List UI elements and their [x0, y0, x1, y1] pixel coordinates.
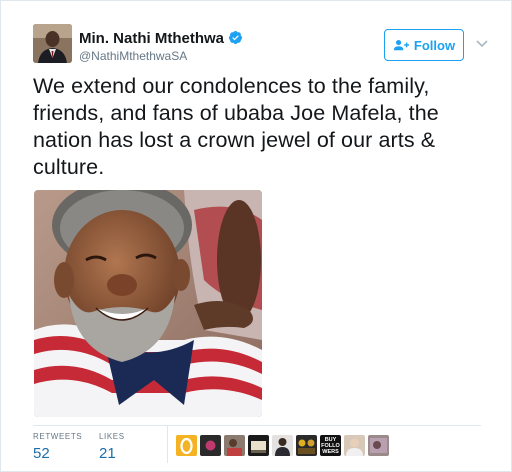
- follow-button-label: Follow: [413, 37, 456, 53]
- likes-count[interactable]: 21: [99, 445, 125, 462]
- tweet-card: Min. Nathi Mthethwa @NathiMthethwaSA Fol…: [0, 0, 512, 472]
- add-user-icon: [393, 40, 409, 51]
- liker-avatar[interactable]: [176, 435, 197, 456]
- liker-avatar[interactable]: [368, 435, 389, 456]
- buy-followers-avatar-text: BUY FOLLO WERS: [321, 436, 340, 455]
- author-name-text[interactable]: Min. Nathi Mthethwa: [79, 30, 224, 47]
- follow-button[interactable]: Follow: [384, 29, 464, 61]
- liker-avatar[interactable]: [296, 435, 317, 456]
- liker-avatar[interactable]: [248, 435, 269, 456]
- tweet-text: We extend our condolences to the family,…: [33, 74, 439, 179]
- author-handle[interactable]: @NathiMthethwaSA: [79, 49, 187, 63]
- author-avatar[interactable]: [33, 24, 72, 63]
- liker-avatar[interactable]: [200, 435, 221, 456]
- author-name[interactable]: Min. Nathi Mthethwa: [79, 30, 243, 47]
- liker-avatars: BUY FOLLO WERS: [176, 435, 389, 456]
- likes-stat[interactable]: LIKES 21: [99, 432, 125, 462]
- stats-separator: [167, 425, 168, 463]
- liker-avatar-buy-followers[interactable]: BUY FOLLO WERS: [320, 435, 341, 456]
- stats-divider-top: [33, 425, 481, 426]
- likes-label: LIKES: [99, 432, 125, 441]
- liker-avatar[interactable]: [224, 435, 245, 456]
- liker-avatar[interactable]: [272, 435, 293, 456]
- retweets-count[interactable]: 52: [33, 445, 82, 462]
- verified-badge-icon: [228, 30, 243, 45]
- retweets-stat[interactable]: RETWEETS 52: [33, 432, 82, 462]
- chevron-down-icon[interactable]: [475, 39, 489, 49]
- retweets-label: RETWEETS: [33, 432, 83, 441]
- tweet-photo[interactable]: [34, 190, 262, 417]
- liker-avatar[interactable]: [344, 435, 365, 456]
